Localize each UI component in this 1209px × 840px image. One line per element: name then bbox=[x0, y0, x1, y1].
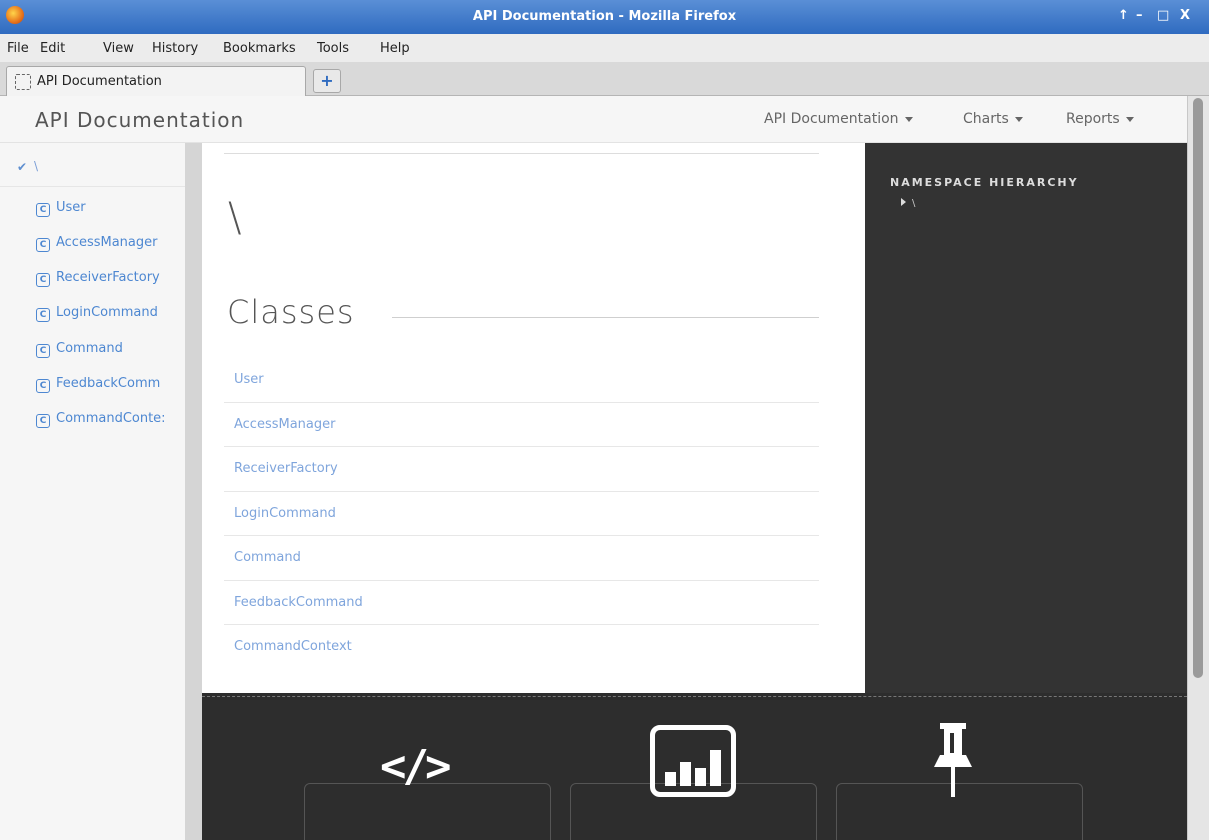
menu-bar: File Edit View History Bookmarks Tools H… bbox=[0, 34, 1209, 62]
menu-edit[interactable]: Edit bbox=[40, 41, 65, 56]
pin-icon bbox=[934, 723, 972, 797]
window-maximize-button[interactable]: □ bbox=[1157, 8, 1169, 23]
nav-label: API Documentation bbox=[764, 111, 899, 127]
menu-history[interactable]: History bbox=[152, 41, 198, 56]
class-icon: C bbox=[36, 203, 50, 217]
top-navbar: API Documentation API Documentation Char… bbox=[0, 96, 1187, 143]
sidebar-item-label: ReceiverFactory bbox=[56, 270, 160, 285]
divider bbox=[392, 317, 819, 318]
new-tab-button[interactable]: + bbox=[313, 69, 341, 93]
dashed-divider bbox=[202, 696, 1187, 697]
sidebar-root-namespace[interactable]: ✔ \ bbox=[0, 143, 185, 187]
namespace-node-label: \ bbox=[912, 198, 916, 209]
sidebar-item-feedbackcommand[interactable]: C FeedbackComm bbox=[36, 376, 186, 393]
menu-file[interactable]: File bbox=[7, 41, 29, 56]
code-icon: </> bbox=[380, 741, 452, 792]
classes-heading: Classes bbox=[227, 293, 355, 331]
window-title: API Documentation - Mozilla Firefox bbox=[472, 9, 737, 24]
chart-icon-bar bbox=[695, 768, 706, 786]
class-icon: C bbox=[36, 238, 50, 252]
vertical-scrollbar[interactable] bbox=[1187, 96, 1209, 840]
sidebar-item-label: FeedbackComm bbox=[56, 376, 161, 391]
class-icon: C bbox=[36, 308, 50, 322]
class-link-logincommand[interactable]: LoginCommand bbox=[224, 492, 819, 536]
tab-api-documentation[interactable]: API Documentation bbox=[6, 66, 306, 96]
window-close-button[interactable]: X bbox=[1180, 8, 1190, 23]
caret-down-icon bbox=[1014, 116, 1023, 122]
sidebar-item-logincommand[interactable]: C LoginCommand bbox=[36, 305, 186, 322]
namespace-node-root[interactable]: \ bbox=[901, 198, 915, 209]
namespace-hierarchy-heading: NAMESPACE HIERARCHY bbox=[890, 176, 1079, 189]
chart-icon-bar bbox=[710, 750, 721, 786]
class-link-accessmanager[interactable]: AccessManager bbox=[224, 403, 819, 447]
caret-right-icon bbox=[901, 198, 906, 206]
class-link-user[interactable]: User bbox=[224, 358, 819, 403]
tab-bar: API Documentation + bbox=[0, 62, 1209, 96]
nav-label: Charts bbox=[963, 111, 1009, 127]
divider bbox=[224, 153, 819, 154]
menu-help[interactable]: Help bbox=[380, 41, 410, 56]
class-icon: C bbox=[36, 273, 50, 287]
caret-down-icon bbox=[904, 116, 913, 122]
namespace-hierarchy-panel: NAMESPACE HIERARCHY \ bbox=[865, 143, 1187, 693]
menu-view[interactable]: View bbox=[103, 41, 134, 56]
window-titlebar: API Documentation - Mozilla Firefox ↑ – … bbox=[0, 0, 1209, 34]
menu-tools[interactable]: Tools bbox=[317, 41, 349, 56]
nav-reports[interactable]: Reports bbox=[1066, 111, 1134, 127]
class-list: User AccessManager ReceiverFactory Login… bbox=[224, 358, 819, 670]
class-icon: C bbox=[36, 344, 50, 358]
sidebar-item-label: Command bbox=[56, 341, 123, 356]
tab-label: API Documentation bbox=[37, 74, 162, 89]
chart-icon-bar bbox=[680, 762, 691, 786]
class-icon: C bbox=[36, 414, 50, 428]
menu-bookmarks[interactable]: Bookmarks bbox=[223, 41, 296, 56]
scrollbar-thumb[interactable] bbox=[1193, 98, 1203, 678]
sidebar-item-label: CommandConte: bbox=[56, 411, 166, 426]
main-content: \ Classes User AccessManager ReceiverFac… bbox=[202, 143, 865, 693]
footer: </> bbox=[202, 693, 1187, 840]
brand-link[interactable]: API Documentation bbox=[35, 108, 244, 132]
page-title: \ bbox=[228, 195, 242, 241]
sidebar: ✔ \ C User C AccessManager C ReceiverFactor… bbox=[0, 143, 185, 840]
chart-icon-bar bbox=[665, 772, 676, 786]
sidebar-root-label: \ bbox=[34, 159, 39, 173]
class-link-receiverfactory[interactable]: ReceiverFactory bbox=[224, 447, 819, 492]
sidebar-item-accessmanager[interactable]: C AccessManager bbox=[36, 235, 186, 252]
sidebar-item-user[interactable]: C User bbox=[36, 200, 186, 217]
sidebar-item-commandcontext[interactable]: C CommandConte: bbox=[36, 411, 186, 428]
window-minimize-button[interactable]: – bbox=[1136, 8, 1143, 23]
page-content: API Documentation API Documentation Char… bbox=[0, 96, 1187, 840]
page-favicon-icon bbox=[15, 74, 31, 90]
class-link-command[interactable]: Command bbox=[224, 536, 819, 581]
class-link-feedbackcommand[interactable]: FeedbackCommand bbox=[224, 581, 819, 625]
caret-down-icon bbox=[1125, 116, 1134, 122]
sidebar-item-label: AccessManager bbox=[56, 235, 158, 250]
chart-icon bbox=[650, 725, 736, 797]
class-link-commandcontext[interactable]: CommandContext bbox=[224, 625, 819, 670]
nav-charts[interactable]: Charts bbox=[963, 111, 1023, 127]
sidebar-item-receiverfactory[interactable]: C ReceiverFactory bbox=[36, 270, 186, 287]
chevron-down-icon: ✔ bbox=[17, 160, 28, 174]
sidebar-item-label: User bbox=[56, 200, 86, 215]
class-icon: C bbox=[36, 379, 50, 393]
sidebar-item-command[interactable]: C Command bbox=[36, 341, 186, 358]
sidebar-divider bbox=[185, 143, 202, 840]
nav-api-documentation[interactable]: API Documentation bbox=[764, 111, 913, 127]
sidebar-item-label: LoginCommand bbox=[56, 305, 158, 320]
nav-label: Reports bbox=[1066, 111, 1120, 127]
window-up-icon[interactable]: ↑ bbox=[1118, 8, 1129, 23]
